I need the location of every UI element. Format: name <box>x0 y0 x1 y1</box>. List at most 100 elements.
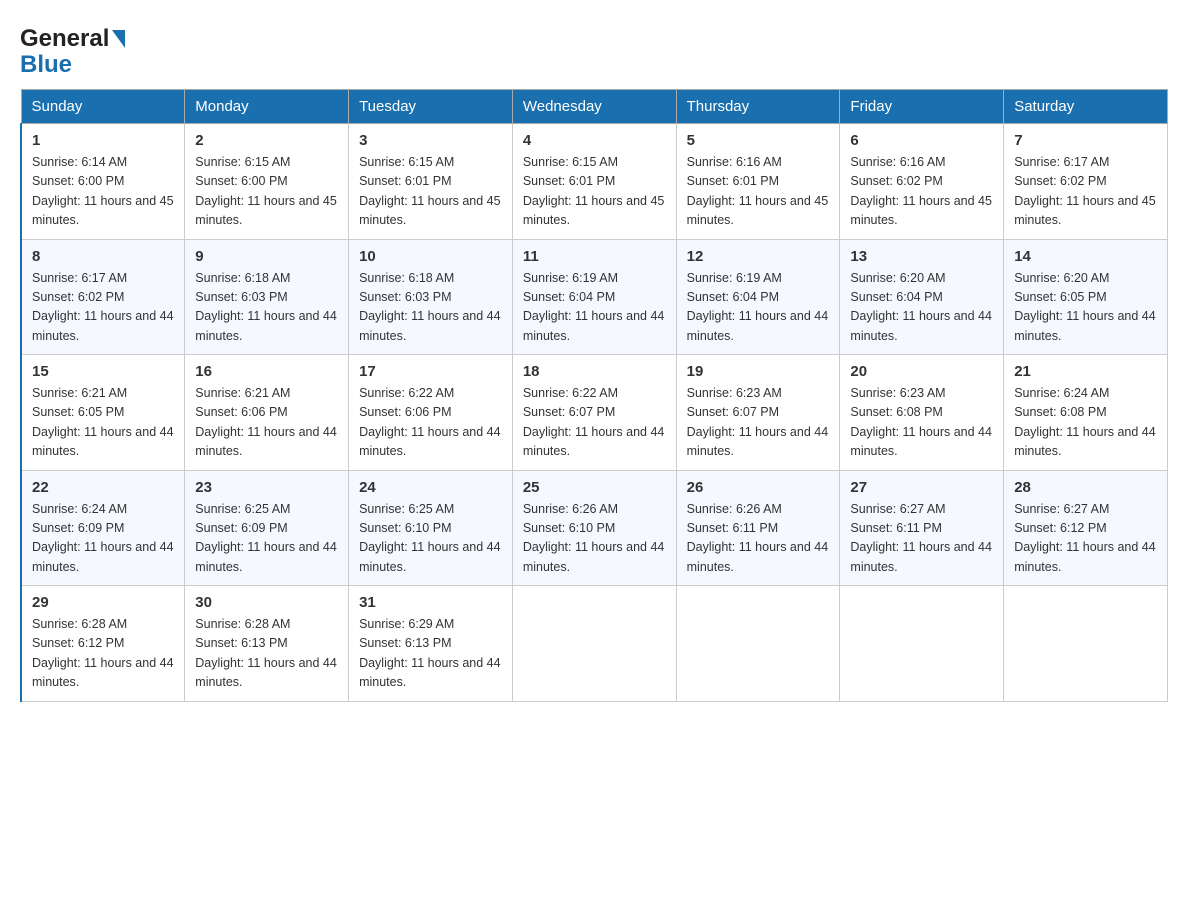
calendar-cell: 15 Sunrise: 6:21 AMSunset: 6:05 PMDayligh… <box>21 355 185 471</box>
day-info: Sunrise: 6:23 AMSunset: 6:07 PMDaylight:… <box>687 384 830 462</box>
weekday-header-saturday: Saturday <box>1004 90 1168 124</box>
calendar-cell: 27 Sunrise: 6:27 AMSunset: 6:11 PMDayligh… <box>840 470 1004 586</box>
calendar-cell: 21Sunrise: 6:24 AMSunset: 6:08 PMDayligh… <box>1004 355 1168 471</box>
day-number: 15 <box>32 363 174 380</box>
page-header: General Blue <box>20 20 1168 79</box>
calendar-week-row: 22 Sunrise: 6:24 AMSunset: 6:09 PMDayligh… <box>21 470 1168 586</box>
calendar-cell: 8 Sunrise: 6:17 AMSunset: 6:02 PMDaylight… <box>21 239 185 355</box>
day-info: Sunrise: 6:22 AMSunset: 6:07 PMDaylight:… <box>523 384 666 462</box>
day-number: 3 <box>359 132 502 149</box>
day-number: 8 <box>32 248 174 265</box>
day-info: Sunrise: 6:14 AMSunset: 6:00 PMDaylight:… <box>32 153 174 231</box>
day-number: 17 <box>359 363 502 380</box>
day-info: Sunrise: 6:23 AMSunset: 6:08 PMDaylight:… <box>850 384 993 462</box>
calendar-week-row: 8 Sunrise: 6:17 AMSunset: 6:02 PMDaylight… <box>21 239 1168 355</box>
calendar-cell: 30Sunrise: 6:28 AMSunset: 6:13 PMDayligh… <box>185 586 349 702</box>
calendar-cell: 28 Sunrise: 6:27 AMSunset: 6:12 PMDayligh… <box>1004 470 1168 586</box>
day-number: 19 <box>687 363 830 380</box>
day-number: 16 <box>195 363 338 380</box>
calendar-week-row: 15 Sunrise: 6:21 AMSunset: 6:05 PMDayligh… <box>21 355 1168 471</box>
day-number: 13 <box>850 248 993 265</box>
logo-combined: General <box>20 25 128 53</box>
day-number: 6 <box>850 132 993 149</box>
day-number: 27 <box>850 479 993 496</box>
day-number: 24 <box>359 479 502 496</box>
day-info: Sunrise: 6:29 AMSunset: 6:13 PMDaylight:… <box>359 615 502 693</box>
calendar-cell: 1 Sunrise: 6:14 AMSunset: 6:00 PMDaylight… <box>21 124 185 240</box>
calendar-cell: 7Sunrise: 6:17 AMSunset: 6:02 PMDaylight… <box>1004 124 1168 240</box>
weekday-header-sunday: Sunday <box>21 90 185 124</box>
calendar-cell: 11Sunrise: 6:19 AMSunset: 6:04 PMDayligh… <box>512 239 676 355</box>
day-number: 11 <box>523 248 666 265</box>
day-number: 14 <box>1014 248 1157 265</box>
day-number: 23 <box>195 479 338 496</box>
day-info: Sunrise: 6:24 AMSunset: 6:09 PMDaylight:… <box>32 500 174 578</box>
calendar-cell: 5 Sunrise: 6:16 AMSunset: 6:01 PMDaylight… <box>676 124 840 240</box>
calendar-cell: 31 Sunrise: 6:29 AMSunset: 6:13 PMDayligh… <box>349 586 513 702</box>
calendar-cell: 2 Sunrise: 6:15 AMSunset: 6:00 PMDaylight… <box>185 124 349 240</box>
day-info: Sunrise: 6:20 AMSunset: 6:04 PMDaylight:… <box>850 269 993 347</box>
day-number: 25 <box>523 479 666 496</box>
day-info: Sunrise: 6:15 AMSunset: 6:01 PMDaylight:… <box>359 153 502 231</box>
day-info: Sunrise: 6:25 AMSunset: 6:10 PMDaylight:… <box>359 500 502 578</box>
day-info: Sunrise: 6:22 AMSunset: 6:06 PMDaylight:… <box>359 384 502 462</box>
calendar-table: SundayMondayTuesdayWednesdayThursdayFrid… <box>20 89 1168 702</box>
calendar-cell: 23Sunrise: 6:25 AMSunset: 6:09 PMDayligh… <box>185 470 349 586</box>
day-info: Sunrise: 6:26 AMSunset: 6:11 PMDaylight:… <box>687 500 830 578</box>
day-number: 18 <box>523 363 666 380</box>
logo-blue-part: Blue <box>20 51 128 79</box>
weekday-header-friday: Friday <box>840 90 1004 124</box>
calendar-cell: 26 Sunrise: 6:26 AMSunset: 6:11 PMDayligh… <box>676 470 840 586</box>
calendar-cell: 17 Sunrise: 6:22 AMSunset: 6:06 PMDayligh… <box>349 355 513 471</box>
day-number: 31 <box>359 594 502 611</box>
day-number: 20 <box>850 363 993 380</box>
day-info: Sunrise: 6:20 AMSunset: 6:05 PMDaylight:… <box>1014 269 1157 347</box>
day-info: Sunrise: 6:15 AMSunset: 6:00 PMDaylight:… <box>195 153 338 231</box>
day-info: Sunrise: 6:21 AMSunset: 6:05 PMDaylight:… <box>32 384 174 462</box>
calendar-cell: 19 Sunrise: 6:23 AMSunset: 6:07 PMDayligh… <box>676 355 840 471</box>
calendar-cell: 3 Sunrise: 6:15 AMSunset: 6:01 PMDaylight… <box>349 124 513 240</box>
day-info: Sunrise: 6:27 AMSunset: 6:12 PMDaylight:… <box>1014 500 1157 578</box>
day-number: 1 <box>32 132 174 149</box>
day-info: Sunrise: 6:16 AMSunset: 6:01 PMDaylight:… <box>687 153 830 231</box>
day-number: 5 <box>687 132 830 149</box>
calendar-cell: 13 Sunrise: 6:20 AMSunset: 6:04 PMDayligh… <box>840 239 1004 355</box>
calendar-header-row: SundayMondayTuesdayWednesdayThursdayFrid… <box>21 90 1168 124</box>
calendar-cell: 29Sunrise: 6:28 AMSunset: 6:12 PMDayligh… <box>21 586 185 702</box>
day-info: Sunrise: 6:17 AMSunset: 6:02 PMDaylight:… <box>32 269 174 347</box>
day-number: 9 <box>195 248 338 265</box>
calendar-cell: 18 Sunrise: 6:22 AMSunset: 6:07 PMDayligh… <box>512 355 676 471</box>
day-info: Sunrise: 6:28 AMSunset: 6:12 PMDaylight:… <box>32 615 174 693</box>
logo-triangle-icon <box>112 30 125 48</box>
weekday-header-monday: Monday <box>185 90 349 124</box>
calendar-cell: 22 Sunrise: 6:24 AMSunset: 6:09 PMDayligh… <box>21 470 185 586</box>
day-info: Sunrise: 6:17 AMSunset: 6:02 PMDaylight:… <box>1014 153 1157 231</box>
day-number: 22 <box>32 479 174 496</box>
calendar-cell: 9 Sunrise: 6:18 AMSunset: 6:03 PMDaylight… <box>185 239 349 355</box>
day-info: Sunrise: 6:24 AMSunset: 6:08 PMDaylight:… <box>1014 384 1157 462</box>
day-info: Sunrise: 6:18 AMSunset: 6:03 PMDaylight:… <box>195 269 338 347</box>
calendar-cell: 25 Sunrise: 6:26 AMSunset: 6:10 PMDayligh… <box>512 470 676 586</box>
day-info: Sunrise: 6:27 AMSunset: 6:11 PMDaylight:… <box>850 500 993 578</box>
calendar-cell: 10Sunrise: 6:18 AMSunset: 6:03 PMDayligh… <box>349 239 513 355</box>
day-info: Sunrise: 6:26 AMSunset: 6:10 PMDaylight:… <box>523 500 666 578</box>
day-number: 26 <box>687 479 830 496</box>
day-info: Sunrise: 6:19 AMSunset: 6:04 PMDaylight:… <box>687 269 830 347</box>
day-number: 2 <box>195 132 338 149</box>
day-number: 28 <box>1014 479 1157 496</box>
calendar-cell: 20 Sunrise: 6:23 AMSunset: 6:08 PMDayligh… <box>840 355 1004 471</box>
calendar-cell <box>840 586 1004 702</box>
day-info: Sunrise: 6:28 AMSunset: 6:13 PMDaylight:… <box>195 615 338 693</box>
calendar-week-row: 29Sunrise: 6:28 AMSunset: 6:12 PMDayligh… <box>21 586 1168 702</box>
calendar-cell <box>1004 586 1168 702</box>
day-number: 4 <box>523 132 666 149</box>
calendar-cell: 14 Sunrise: 6:20 AMSunset: 6:05 PMDayligh… <box>1004 239 1168 355</box>
calendar-cell: 12Sunrise: 6:19 AMSunset: 6:04 PMDayligh… <box>676 239 840 355</box>
calendar-cell <box>512 586 676 702</box>
day-info: Sunrise: 6:21 AMSunset: 6:06 PMDaylight:… <box>195 384 338 462</box>
weekday-header-tuesday: Tuesday <box>349 90 513 124</box>
calendar-cell: 24 Sunrise: 6:25 AMSunset: 6:10 PMDayligh… <box>349 470 513 586</box>
logo-general-part: General <box>20 25 109 53</box>
calendar-week-row: 1 Sunrise: 6:14 AMSunset: 6:00 PMDaylight… <box>21 124 1168 240</box>
calendar-cell <box>676 586 840 702</box>
